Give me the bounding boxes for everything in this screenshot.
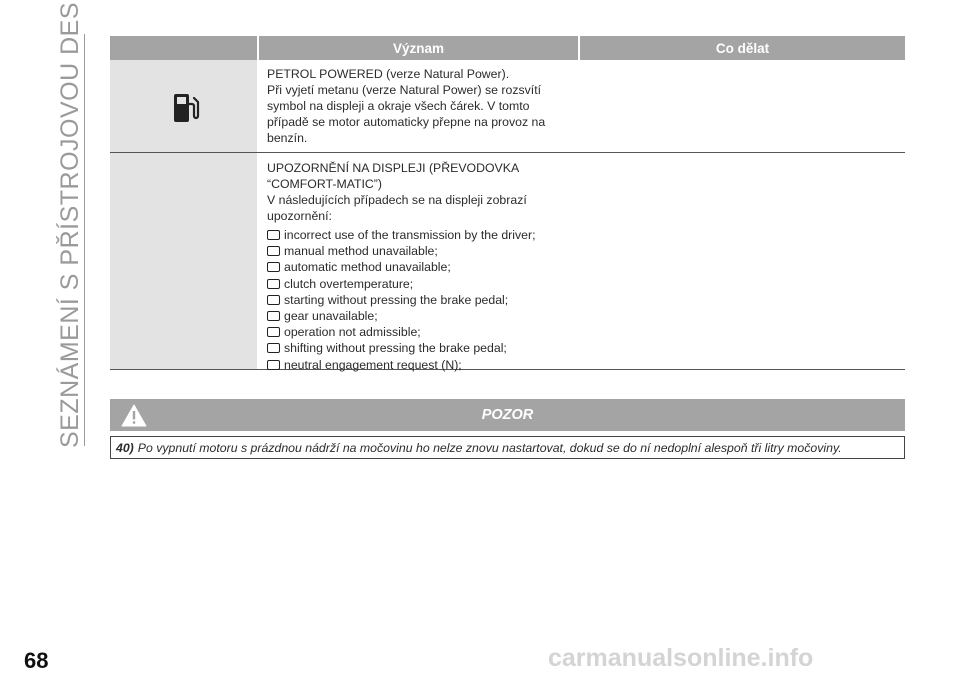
warning-note: 40) Po vypnutí motoru s prázdnou nádrží … [110, 436, 905, 459]
bullet-box-icon [267, 311, 280, 322]
text-line: upozornění: [267, 209, 332, 223]
list-item-text: clutch overtemperature; [284, 276, 414, 291]
list-item-text: automatic method unavailable; [284, 260, 451, 275]
bullet-box-icon [267, 294, 280, 305]
note-text: Po vypnutí motoru s prázdnou nádrží na m… [137, 440, 842, 455]
list-item: clutch overtemperature; [267, 276, 573, 292]
list-item-text: neutral engagement request (N); [284, 357, 462, 372]
meaning-cell: UPOZORNĚNÍ NA DISPLEJI (PŘEVODOVKA “COMF… [259, 153, 579, 372]
text-line: symbol na displeji a okraje všech čárek.… [267, 99, 530, 113]
table-row: PETROL POWERED (verze Natural Power). Př… [110, 60, 905, 153]
meaning-cell: PETROL POWERED (verze Natural Power). Př… [259, 60, 579, 152]
header-action: Co dělat [580, 36, 905, 60]
list-item-text: gear unavailable; [284, 309, 378, 324]
list-item: automatic method unavailable; [267, 259, 573, 275]
text-line: UPOZORNĚNÍ NA DISPLEJI (PŘEVODOVKA [267, 161, 520, 175]
section-side-title: SEZNÁMENÍ S PŘÍSTROJOVOU DESKOU [56, 0, 84, 448]
watermark: carmanualsonline.info [548, 644, 814, 672]
bullet-box-icon [267, 246, 280, 257]
page-number: 68 [24, 648, 49, 673]
fuel-pump-icon [174, 94, 200, 122]
list-item: starting without pressing the brake peda… [267, 292, 573, 308]
warning-header: POZOR [110, 399, 905, 431]
text-line: Při vyjetí metanu (verze Natural Power) … [267, 83, 542, 97]
list-item-text: manual method unavailable; [284, 244, 438, 259]
bullet-box-icon [267, 262, 280, 273]
text-line: benzín. [267, 131, 308, 145]
text-line: V následujících případech se na displeji… [267, 193, 527, 207]
table-row: UPOZORNĚNÍ NA DISPLEJI (PŘEVODOVKA “COMF… [110, 153, 905, 372]
header-icon-cell [110, 36, 257, 60]
list-item: gear unavailable; [267, 308, 573, 324]
bullet-box-icon [267, 327, 280, 338]
header-meaning: Význam [259, 36, 578, 60]
list-item: incorrect use of the transmission by the… [267, 227, 573, 243]
text-line: případě se motor automaticky přepne na p… [267, 115, 546, 129]
bullet-box-icon [267, 278, 280, 289]
bullet-box-icon [267, 359, 280, 370]
list-item: neutral engagement request (N); [267, 357, 573, 373]
list-item: operation not admissible; [267, 324, 573, 340]
action-cell [579, 60, 905, 152]
warning-title: POZOR [481, 407, 534, 423]
side-divider [84, 34, 85, 446]
table-header: Význam Co dělat [110, 36, 905, 60]
icon-cell [110, 60, 257, 152]
text-line: “COMFORT-MATIC”) [267, 177, 382, 191]
list-item-text: incorrect use of the transmission by the… [284, 228, 536, 243]
list-item-text: starting without pressing the brake peda… [284, 292, 509, 307]
bullet-box-icon [267, 343, 280, 354]
bullet-box-icon [267, 230, 280, 241]
note-number: 40) [116, 440, 134, 455]
list-item-text: shifting without pressing the brake peda… [284, 341, 507, 356]
list-item: manual method unavailable; [267, 243, 573, 259]
icon-cell [110, 153, 257, 369]
warning-lights-table: Význam Co dělat PETROL POWERED (verze Na… [110, 36, 905, 372]
list-item: shifting without pressing the brake peda… [267, 340, 573, 356]
action-cell [579, 153, 905, 369]
text-line: PETROL POWERED (verze Natural Power). [267, 67, 510, 81]
list-item-text: operation not admissible; [284, 325, 421, 340]
